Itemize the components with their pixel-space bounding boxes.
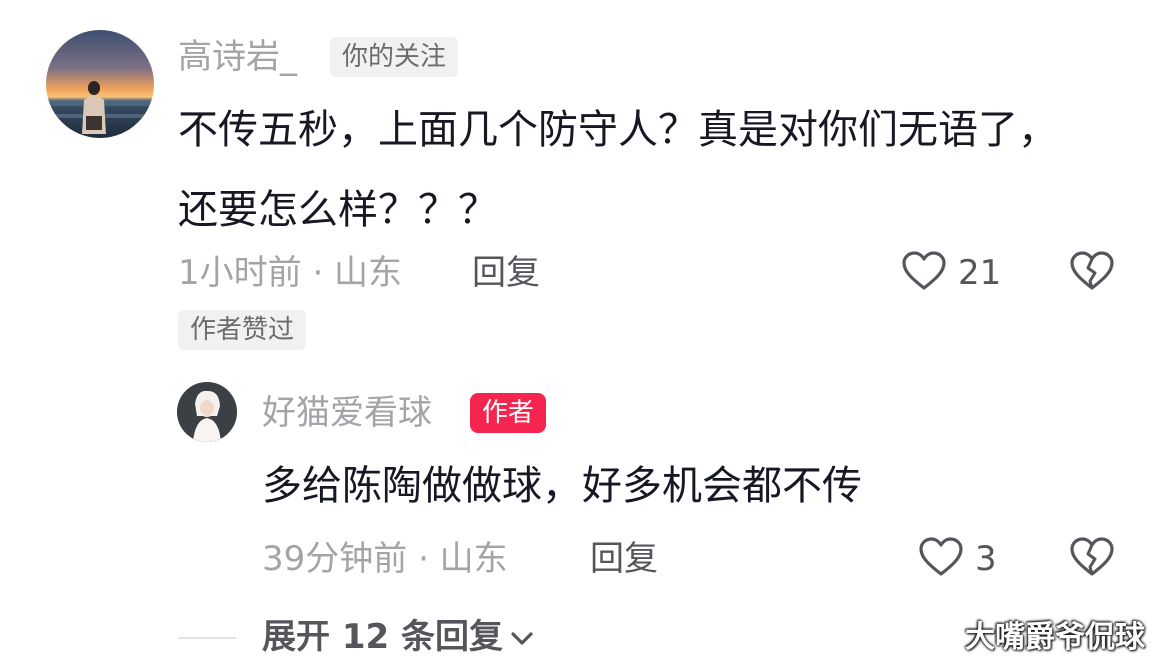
expand-replies-button[interactable]: 展开 12 条回复 (262, 614, 535, 660)
user-avatar[interactable] (177, 382, 237, 442)
author-badge: 作者 (470, 393, 547, 433)
comment-thread: 高诗岩_ 你的关注 不传五秒，上面几个防守人？真是对你们无语了，还要怎么样？？？… (0, 0, 1159, 671)
expand-replies-label: 展开 12 条回复 (262, 617, 503, 657)
user-avatar[interactable] (46, 30, 154, 138)
heart-icon[interactable] (918, 536, 964, 578)
broken-heart-icon[interactable] (1069, 536, 1115, 578)
reply-button[interactable]: 回复 (472, 251, 540, 295)
comment-meta: 1小时前 · 山东 (178, 253, 403, 293)
reply-username[interactable]: 好猫爱看球 (262, 393, 432, 433)
follow-badge: 你的关注 (330, 37, 459, 77)
reply-text: 多给陈陶做做球，好多机会都不传 (262, 463, 862, 509)
comment-text: 不传五秒，上面几个防守人？真是对你们无语了，还要怎么样？？？ (178, 107, 1058, 233)
author-liked-badge: 作者赞过 (178, 310, 307, 350)
like-count: 3 (975, 539, 997, 579)
chevron-down-icon (509, 629, 535, 649)
comment-username[interactable]: 高诗岩_ (178, 37, 297, 77)
heart-icon[interactable] (901, 250, 947, 292)
watermark: 大嘴爵爷侃球 (965, 620, 1145, 655)
reply-meta: 39分钟前 · 山东 (262, 539, 508, 579)
like-count: 21 (958, 253, 1002, 293)
broken-heart-icon[interactable] (1069, 250, 1115, 292)
reply-button[interactable]: 回复 (590, 537, 658, 581)
expand-divider (178, 637, 236, 639)
